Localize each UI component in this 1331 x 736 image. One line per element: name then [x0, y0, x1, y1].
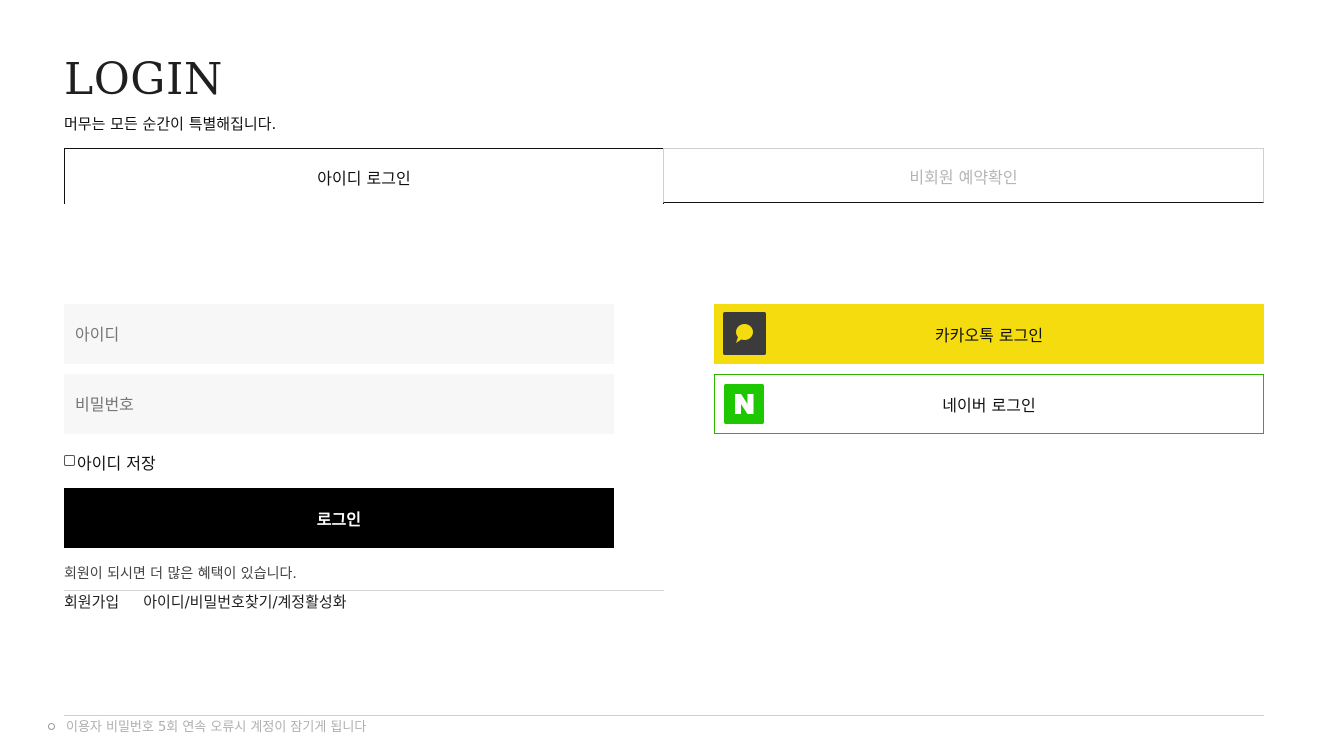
bullet-icon [48, 722, 55, 730]
checkbox-box[interactable] [64, 454, 75, 466]
tab-id-login[interactable]: 아이디 로그인 [64, 148, 664, 204]
lock-notice-text: 이용자 비밀번호 5회 연속 오류시 계정이 잠기게 됩니다 [66, 720, 367, 735]
benefit-text: 회원이 되시면 더 많은 혜택이 있습니다. [64, 566, 297, 582]
login-page: LOGIN 머무는 모든 순간이 특별해집니다. 아이디 로그인 비회원 예약확… [0, 0, 1331, 736]
tab-guest-reservation[interactable]: 비회원 예약확인 [663, 148, 1264, 203]
remember-id-checkbox[interactable]: 아이디 저장 [64, 450, 156, 474]
kakao-talk-icon [723, 312, 766, 355]
naver-n-icon [724, 384, 764, 424]
account-links: 회원가입 아이디/비밀번호찾기/계정활성화 [64, 591, 347, 612]
join-link[interactable]: 회원가입 [64, 591, 119, 612]
kakao-login-label: 카카오톡 로그인 [934, 326, 1044, 345]
page-subtitle: 머무는 모든 순간이 특별해집니다. [64, 115, 277, 133]
page-title: LOGIN [64, 54, 223, 105]
login-tabs: 아이디 로그인 비회원 예약확인 [64, 148, 1264, 204]
id-input[interactable] [64, 304, 614, 364]
lock-notice: 이용자 비밀번호 5회 연속 오류시 계정이 잠기게 됩니다 [48, 716, 366, 735]
naver-login-label: 네이버 로그인 [942, 396, 1036, 415]
password-input[interactable] [64, 374, 614, 434]
kakao-login-button[interactable]: 카카오톡 로그인 [714, 304, 1264, 364]
naver-login-button[interactable]: 네이버 로그인 [714, 374, 1264, 434]
login-button[interactable]: 로그인 [64, 488, 614, 548]
remember-id-label: 아이디 저장 [77, 454, 156, 473]
find-account-link[interactable]: 아이디/비밀번호찾기/계정활성화 [143, 591, 346, 612]
